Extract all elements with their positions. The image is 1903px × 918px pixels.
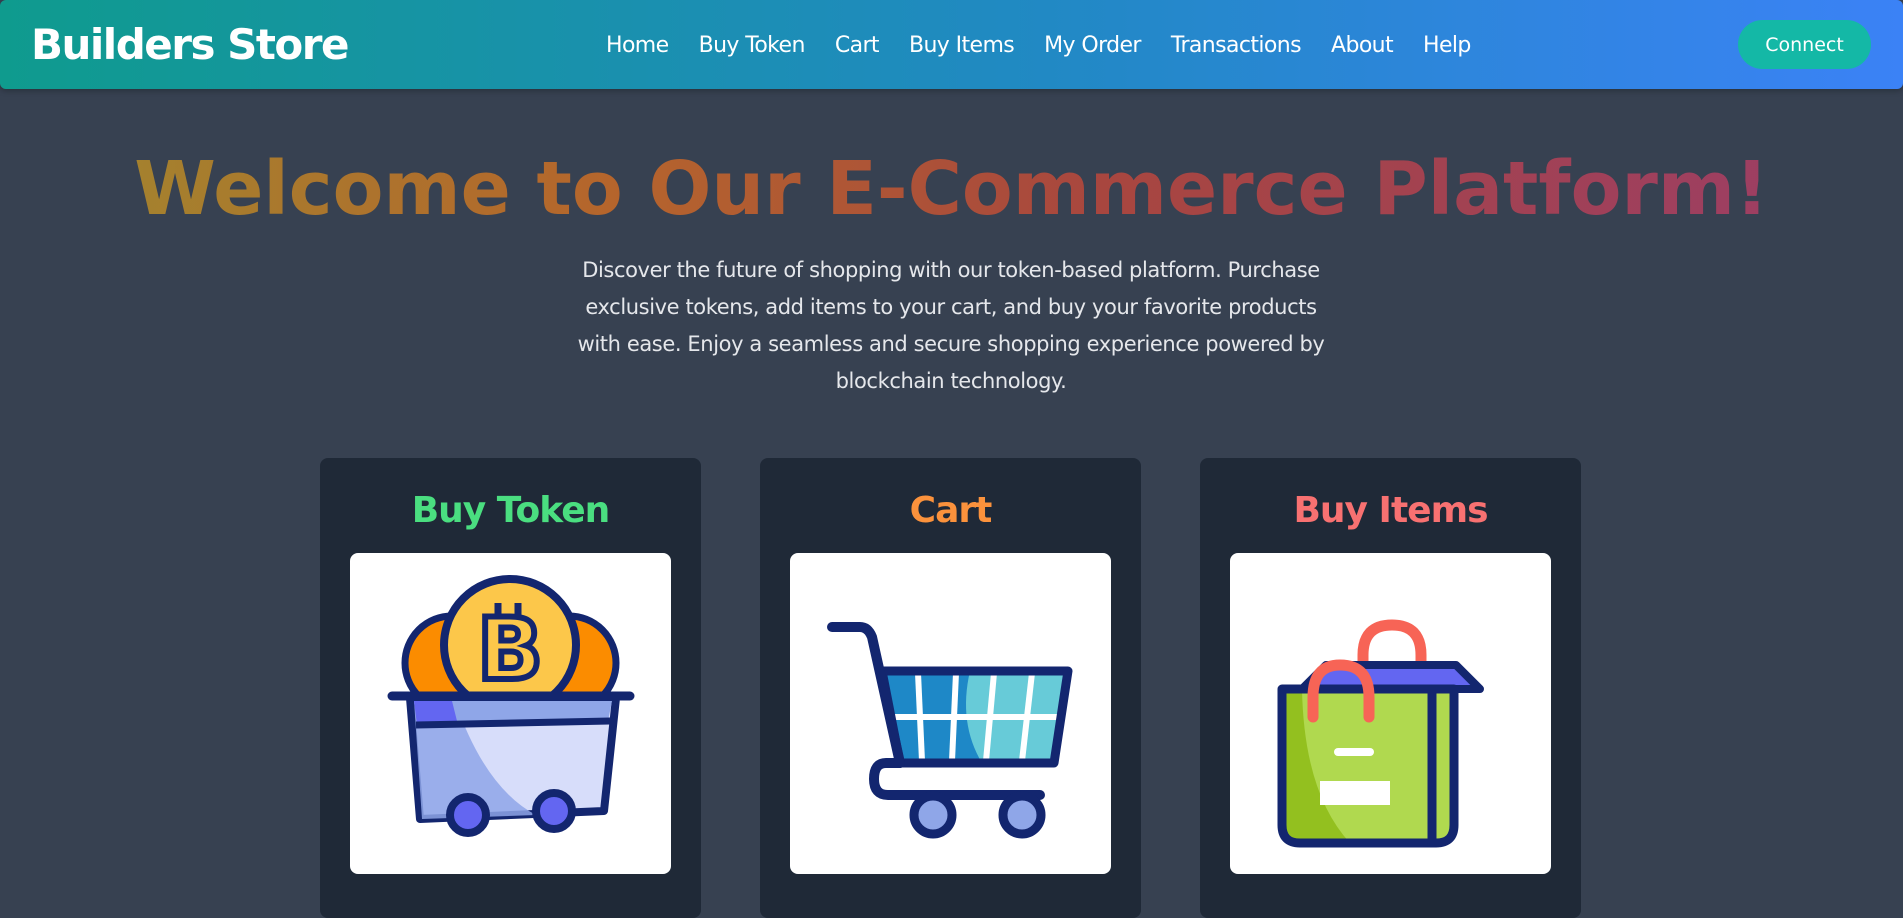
nav-link-home[interactable]: Home bbox=[606, 31, 669, 61]
nav-link-help[interactable]: Help bbox=[1423, 31, 1471, 61]
shopping-bag-icon bbox=[1277, 619, 1484, 848]
cart-card[interactable]: Cart bbox=[760, 458, 1141, 918]
nav-link-buy-token[interactable]: Buy Token bbox=[699, 31, 806, 61]
svg-text:B: B bbox=[477, 600, 543, 700]
card-image[interactable] bbox=[1230, 553, 1551, 874]
card-image[interactable] bbox=[790, 553, 1111, 874]
nav-link-transactions[interactable]: Transactions bbox=[1171, 31, 1302, 61]
card-title: Buy Token bbox=[411, 490, 611, 531]
card-title: Buy Items bbox=[1293, 490, 1488, 531]
brand-logo[interactable]: Builders Store bbox=[31, 20, 349, 69]
nav-link-about[interactable]: About bbox=[1331, 31, 1394, 61]
navbar: Builders Store Home Buy Token Cart Buy I… bbox=[0, 0, 1903, 89]
hero-title: Welcome to Our E-Commerce Platform! bbox=[0, 146, 1903, 232]
bitcoin-cart-icon: B bbox=[387, 575, 635, 837]
buy-items-card[interactable]: Buy Items bbox=[1200, 458, 1581, 918]
card-title: Cart bbox=[909, 490, 993, 531]
nav-link-my-order[interactable]: My Order bbox=[1044, 31, 1141, 61]
hero-description: Discover the future of shopping with our… bbox=[577, 258, 1325, 393]
card-image[interactable]: B bbox=[350, 553, 671, 874]
nav-links: Home Buy Token Cart Buy Items My Order T… bbox=[606, 31, 1471, 61]
connect-button[interactable]: Connect bbox=[1738, 20, 1871, 69]
buy-token-card[interactable]: Buy Token B bbox=[320, 458, 701, 918]
nav-link-cart[interactable]: Cart bbox=[835, 31, 880, 61]
shopping-cart-icon bbox=[827, 622, 1073, 839]
nav-link-buy-items[interactable]: Buy Items bbox=[909, 31, 1015, 61]
